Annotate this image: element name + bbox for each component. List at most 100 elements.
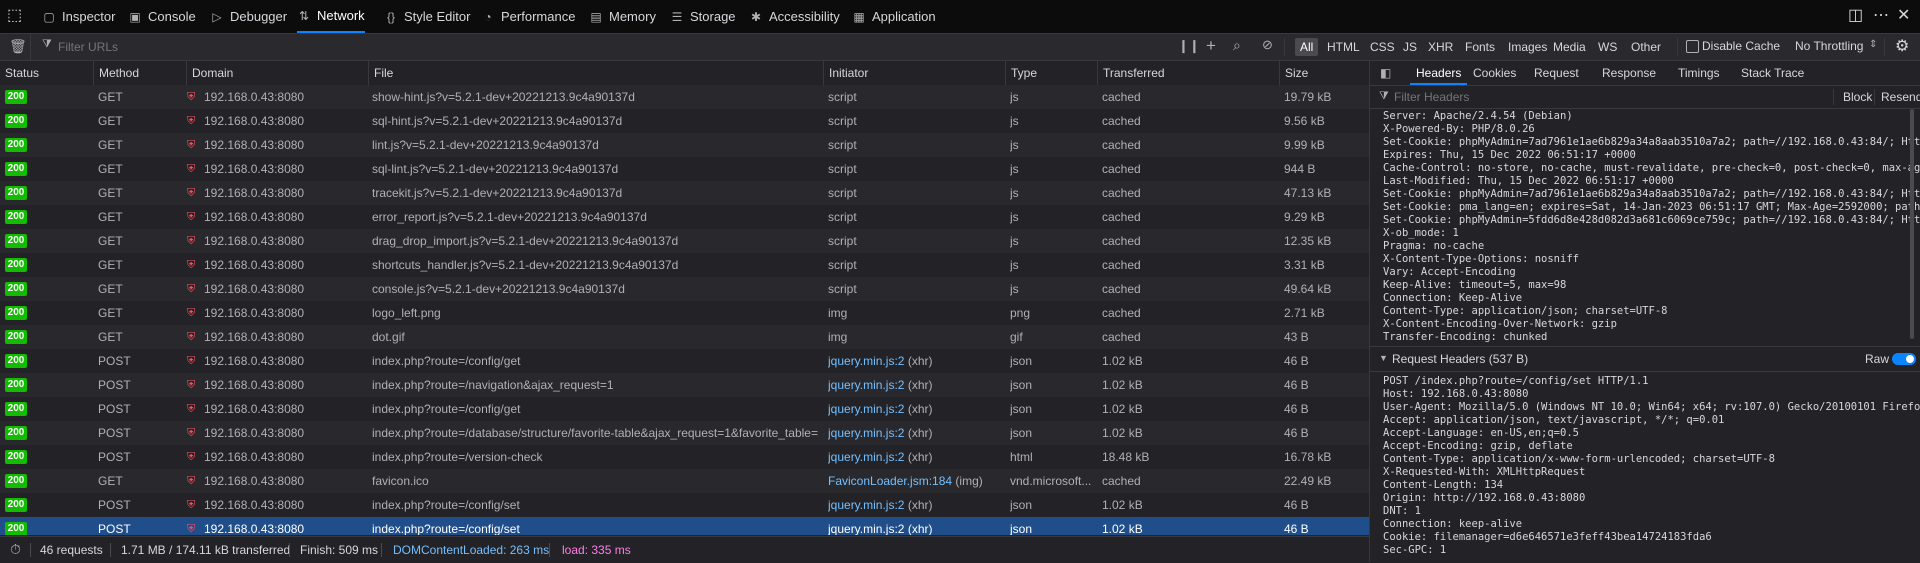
filter-type-media[interactable]: Media <box>1548 38 1591 56</box>
filter-type-all[interactable]: All <box>1295 38 1319 56</box>
tab-request[interactable]: Request <box>1534 61 1579 85</box>
toggle-sidebar-icon[interactable]: ◧ <box>1380 61 1391 85</box>
gear-icon[interactable]: ⚙ <box>1895 36 1909 56</box>
filter-headers-input[interactable] <box>1392 88 1776 106</box>
table-row[interactable]: 200 GET ⛨ 192.168.0.43:8080 tracekit.js?v=5.… <box>0 181 1369 205</box>
initiator-cell: FaviconLoader.jsm:184 (img) <box>828 469 1002 493</box>
request-headers-section-header[interactable]: ▼ Request Headers (537 B) Raw <box>1370 346 1920 372</box>
tab-debugger[interactable]: ▷ Debugger <box>210 0 287 33</box>
search-icon[interactable]: ⌕ <box>1233 37 1241 54</box>
initiator-link[interactable]: jquery.min.js:2 <box>828 402 904 416</box>
filter-type-images[interactable]: Images <box>1503 38 1552 56</box>
disable-cache-checkbox[interactable] <box>1686 40 1699 53</box>
initiator-cell: script <box>828 109 1002 133</box>
initiator-link[interactable]: jquery.min.js:2 <box>828 450 904 464</box>
column-type[interactable]: Type <box>1005 61 1097 85</box>
initiator-cell: jquery.min.js:2 (xhr) <box>828 421 1002 445</box>
filter-type-ws[interactable]: WS <box>1593 38 1622 56</box>
block-icon[interactable]: ⊘ <box>1262 37 1273 53</box>
table-row[interactable]: 200 GET ⛨ 192.168.0.43:8080 favicon.ico Favic… <box>0 469 1369 493</box>
raw-toggle[interactable] <box>1892 353 1916 365</box>
initiator-link[interactable]: FaviconLoader.jsm:184 <box>828 474 952 488</box>
initiator-link[interactable]: jquery.min.js:2 <box>828 426 904 440</box>
tab-label: Application <box>872 9 936 24</box>
table-row[interactable]: 200 GET ⛨ 192.168.0.43:8080 console.js?v=5.2… <box>0 277 1369 301</box>
table-row[interactable]: 200 GET ⛨ 192.168.0.43:8080 lint.js?v=5.2.1-… <box>0 133 1369 157</box>
tab-label: Network <box>317 8 365 23</box>
initiator-link[interactable]: jquery.min.js:2 <box>828 378 904 392</box>
tab-label: Storage <box>690 9 736 24</box>
column-transferred[interactable]: Transferred <box>1097 61 1279 85</box>
table-row[interactable]: 200 GET ⛨ 192.168.0.43:8080 show-hint.js?v=5… <box>0 85 1369 109</box>
filter-type-css[interactable]: CSS <box>1365 38 1400 56</box>
tab-timings[interactable]: Timings <box>1678 61 1720 85</box>
filter-type-html[interactable]: HTML <box>1322 38 1365 56</box>
table-row[interactable]: 200 POST ⛨ 192.168.0.43:8080 index.php?route… <box>0 493 1369 517</box>
trash-icon[interactable]: 🗑 <box>9 38 27 55</box>
column-domain[interactable]: Domain <box>186 61 368 85</box>
status-badge: 200 <box>5 138 27 152</box>
file-cell: dot.gif <box>372 330 405 344</box>
tab-inspector[interactable]: ▢ Inspector <box>42 0 115 33</box>
tab-stack-trace[interactable]: Stack Trace <box>1741 61 1804 85</box>
initiator-text: script <box>828 162 857 176</box>
table-row[interactable]: 200 POST ⛨ 192.168.0.43:8080 index.php?route… <box>0 517 1369 535</box>
type-cell: json <box>1010 354 1033 368</box>
filter-type-xhr[interactable]: XHR <box>1423 38 1458 56</box>
table-row[interactable]: 200 POST ⛨ 192.168.0.43:8080 index.php?route… <box>0 445 1369 469</box>
table-row[interactable]: 200 POST ⛨ 192.168.0.43:8080 index.php?route… <box>0 349 1369 373</box>
add-icon[interactable]: + <box>1206 36 1216 56</box>
table-row[interactable]: 200 GET ⛨ 192.168.0.43:8080 shortcuts_handle… <box>0 253 1369 277</box>
storage-icon: ☰ <box>671 9 683 24</box>
filter-urls-input[interactable] <box>56 37 660 57</box>
tab-response[interactable]: Response <box>1602 61 1656 85</box>
table-row[interactable]: 200 GET ⛨ 192.168.0.43:8080 dot.gif img gif cac… <box>0 325 1369 349</box>
table-row[interactable]: 200 GET ⛨ 192.168.0.43:8080 error_report.js?… <box>0 205 1369 229</box>
table-row[interactable]: 200 POST ⛨ 192.168.0.43:8080 index.php?route… <box>0 373 1369 397</box>
more-options-icon[interactable]: ⋯ <box>1873 7 1889 25</box>
size-cell: 46 B <box>1284 354 1309 368</box>
table-row[interactable]: 200 GET ⛨ 192.168.0.43:8080 logo_left.png img… <box>0 301 1369 325</box>
tab-application[interactable]: ▦ Application <box>852 0 936 33</box>
tab-accessibility[interactable]: ✱ Accessibility <box>749 0 840 33</box>
response-header-line: Set-Cookie: pma_lang=en; expires=Sat, 14… <box>1383 201 1920 213</box>
dock-icon[interactable]: ◫ <box>1848 7 1863 25</box>
resend-button[interactable]: Resend <box>1881 90 1920 104</box>
column-file[interactable]: File <box>368 61 823 85</box>
element-picker-icon[interactable]: ⬚ <box>7 7 22 25</box>
tab-storage[interactable]: ☰ Storage <box>670 0 736 33</box>
method-cell: POST <box>98 354 131 368</box>
initiator-link[interactable]: jquery.min.js:2 <box>828 498 904 512</box>
table-row[interactable]: 200 POST ⛨ 192.168.0.43:8080 index.php?route… <box>0 397 1369 421</box>
divider <box>381 543 382 557</box>
tab-cookies[interactable]: Cookies <box>1473 61 1516 85</box>
filter-type-fonts[interactable]: Fonts <box>1460 38 1500 56</box>
close-icon[interactable]: ✕ <box>1897 7 1910 25</box>
throttling-select[interactable]: No Throttling <box>1795 39 1863 53</box>
tab-memory[interactable]: ▤ Memory <box>589 0 656 33</box>
initiator-link[interactable]: jquery.min.js:2 <box>828 354 904 368</box>
tab-console[interactable]: ▣ Console <box>128 0 195 33</box>
column-initiator[interactable]: Initiator <box>823 61 1005 85</box>
initiator-link[interactable]: jquery.min.js:2 <box>828 522 904 535</box>
tab-network[interactable]: ⇅ Network <box>297 0 365 33</box>
size-cell: 16.78 kB <box>1284 450 1332 464</box>
status-badge: 200 <box>5 306 27 320</box>
column-status[interactable]: Status <box>0 61 93 85</box>
pause-icon[interactable]: ❙❙ <box>1178 38 1200 54</box>
block-button[interactable]: Block <box>1843 90 1872 104</box>
initiator-cause: (xhr) <box>904 498 933 512</box>
table-row[interactable]: 200 POST ⛨ 192.168.0.43:8080 index.php?route… <box>0 421 1369 445</box>
table-row[interactable]: 200 GET ⛨ 192.168.0.43:8080 sql-lint.js?v=5.… <box>0 157 1369 181</box>
filter-type-other[interactable]: Other <box>1626 38 1666 56</box>
tab-headers[interactable]: Headers <box>1410 61 1468 85</box>
table-row[interactable]: 200 GET ⛨ 192.168.0.43:8080 sql-hint.js?v=5.… <box>0 109 1369 133</box>
filter-type-js[interactable]: JS <box>1398 38 1422 56</box>
column-method[interactable]: Method <box>93 61 186 85</box>
tab-performance[interactable]: ◔ Performance <box>481 0 575 33</box>
scrollbar[interactable] <box>1910 109 1914 339</box>
table-row[interactable]: 200 GET ⛨ 192.168.0.43:8080 drag_drop_import… <box>0 229 1369 253</box>
tab-label: Memory <box>609 9 656 24</box>
column-size[interactable]: Size <box>1279 61 1369 85</box>
tab-style-editor[interactable]: {} Style Editor <box>384 0 471 33</box>
